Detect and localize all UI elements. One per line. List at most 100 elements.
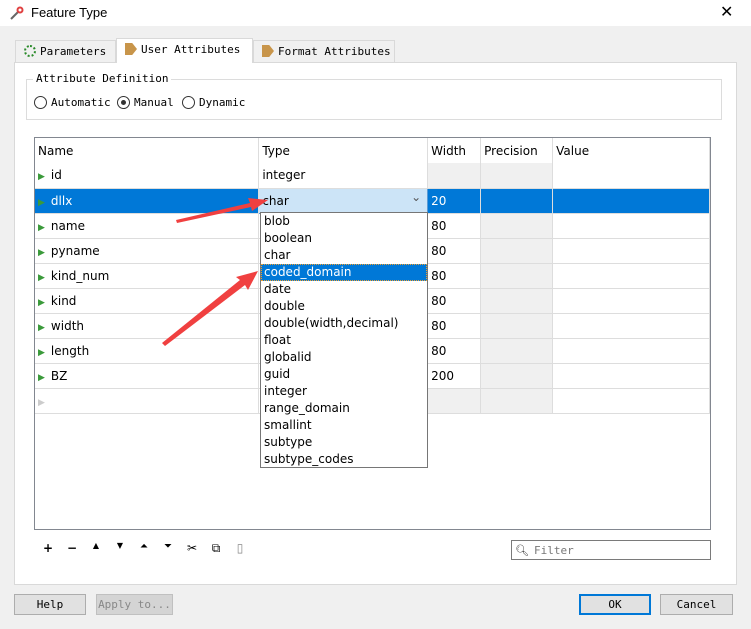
width-cell[interactable]: 80 <box>427 338 482 364</box>
chevron-down-icon[interactable]: ⌄ <box>411 190 421 204</box>
dropdown-option[interactable]: smallint <box>261 417 427 434</box>
name-cell[interactable]: ▶ kind <box>35 288 260 314</box>
name-cell[interactable]: ▶ name <box>35 213 260 239</box>
radio-label: Manual <box>134 96 174 109</box>
value-cell[interactable] <box>552 238 710 264</box>
name-cell[interactable]: ▶ id <box>35 163 260 189</box>
dropdown-option[interactable]: double <box>261 298 427 315</box>
radio-manual[interactable]: Manual <box>117 96 174 109</box>
width-cell[interactable]: 80 <box>427 313 482 339</box>
expand-icon[interactable]: ▶ <box>38 298 45 308</box>
tab-user-attributes[interactable]: User Attributes <box>116 38 253 63</box>
move-top-icon[interactable]: ⏶ <box>136 541 152 556</box>
attribute-name: pyname <box>50 243 100 258</box>
dropdown-option[interactable]: subtype_codes <box>261 451 427 468</box>
help-button[interactable]: Help <box>14 594 86 615</box>
copy-icon[interactable]: ⧉ <box>208 541 224 556</box>
dropdown-option[interactable]: coded_domain <box>261 264 427 281</box>
table-row[interactable]: ▶ id integer <box>35 163 710 189</box>
precision-cell <box>480 363 554 389</box>
dropdown-option[interactable]: blob <box>261 213 427 230</box>
dropdown-option[interactable]: range_domain <box>261 400 427 417</box>
expand-icon[interactable]: ▶ <box>38 323 45 333</box>
dropdown-option[interactable]: guid <box>261 366 427 383</box>
width-cell[interactable]: 20 <box>427 188 482 214</box>
expand-icon[interactable]: ▶ <box>38 273 45 283</box>
apply-to-button[interactable]: Apply to... <box>96 594 173 615</box>
width-cell[interactable]: 80 <box>427 238 482 264</box>
tab-format-attributes[interactable]: Format Attributes <box>253 40 395 62</box>
radio-automatic[interactable]: Automatic <box>34 96 111 109</box>
expand-icon[interactable]: ▶ <box>38 398 45 408</box>
cancel-button[interactable]: Cancel <box>660 594 733 615</box>
value-cell[interactable] <box>552 188 710 214</box>
dropdown-option[interactable]: globalid <box>261 349 427 366</box>
column-header-width[interactable]: Width <box>427 138 482 163</box>
name-cell[interactable]: ▶ length <box>35 338 260 364</box>
width-cell[interactable]: 80 <box>427 213 482 239</box>
paste-icon[interactable]: ▯ <box>232 541 248 556</box>
value-cell[interactable] <box>552 388 710 414</box>
name-cell[interactable]: ▶ BZ <box>35 363 260 389</box>
app-icon <box>10 6 24 20</box>
type-cell[interactable]: integer <box>258 163 429 189</box>
dropdown-option[interactable]: boolean <box>261 230 427 247</box>
width-cell[interactable] <box>427 163 482 189</box>
value-cell[interactable] <box>552 338 710 364</box>
width-cell[interactable]: 200 <box>427 363 482 389</box>
precision-cell <box>480 313 554 339</box>
cut-icon[interactable]: ✂ <box>184 541 200 556</box>
move-up-icon[interactable]: ▲ <box>88 541 104 556</box>
width-cell[interactable] <box>427 388 482 414</box>
column-header-name[interactable]: Name <box>35 138 260 163</box>
width-cell[interactable]: 80 <box>427 263 482 289</box>
attribute-name: dllx <box>50 193 73 208</box>
window-title: Feature Type <box>31 5 108 20</box>
column-header-type[interactable]: Type <box>258 138 429 163</box>
dropdown-option[interactable]: char <box>261 247 427 264</box>
attribute-name: BZ <box>50 368 68 383</box>
column-header-precision[interactable]: Precision <box>480 138 554 163</box>
dropdown-option[interactable]: double(width,decimal) <box>261 315 427 332</box>
width-cell[interactable]: 80 <box>427 288 482 314</box>
value-cell[interactable] <box>552 213 710 239</box>
name-cell[interactable]: ▶ width <box>35 313 260 339</box>
expand-icon[interactable]: ▶ <box>38 373 45 383</box>
value-cell[interactable] <box>552 263 710 289</box>
dropdown-option[interactable]: integer <box>261 383 427 400</box>
move-down-icon[interactable]: ▼ <box>112 541 128 556</box>
expand-icon[interactable]: ▶ <box>38 198 45 208</box>
ok-button[interactable]: OK <box>579 594 651 615</box>
tab-parameters[interactable]: Parameters <box>15 40 116 62</box>
value-cell[interactable] <box>552 288 710 314</box>
expand-icon[interactable]: ▶ <box>38 172 45 182</box>
column-header-value[interactable]: Value <box>552 138 710 163</box>
table-toolbar: + − ▲ ▼ ⏶ ⏷ ✂ ⧉ ▯ <box>40 541 248 556</box>
expand-icon[interactable]: ▶ <box>38 348 45 358</box>
expand-icon[interactable]: ▶ <box>38 223 45 233</box>
name-cell[interactable]: ▶ pyname <box>35 238 260 264</box>
dropdown-option[interactable]: date <box>261 281 427 298</box>
name-cell[interactable]: ▶ kind_num <box>35 263 260 289</box>
tab-label: Format Attributes <box>278 45 391 58</box>
type-cell[interactable]: char ⌄ <box>258 187 429 214</box>
remove-icon[interactable]: − <box>64 541 80 556</box>
value-cell[interactable] <box>552 163 710 189</box>
dropdown-option[interactable]: float <box>261 332 427 349</box>
expand-icon[interactable]: ▶ <box>38 248 45 258</box>
add-icon[interactable]: + <box>40 541 56 556</box>
table-row[interactable]: ▶ dllx char ⌄ 20 <box>35 187 710 214</box>
name-cell[interactable]: ▶ <box>35 388 260 414</box>
radio-dynamic[interactable]: Dynamic <box>182 96 245 109</box>
type-combo-value: char <box>262 193 289 208</box>
dropdown-option[interactable]: subtype <box>261 434 427 451</box>
precision-cell <box>480 188 554 214</box>
move-bottom-icon[interactable]: ⏷ <box>160 541 176 556</box>
name-cell[interactable]: ▶ dllx <box>35 188 260 214</box>
type-dropdown-list[interactable]: blob boolean char coded_domain date double dou… <box>260 212 428 468</box>
filter-input[interactable]: 🔍︎ Filter <box>511 540 711 560</box>
value-cell[interactable] <box>552 363 710 389</box>
value-cell[interactable] <box>552 313 710 339</box>
tab-label: Parameters <box>40 45 107 58</box>
close-button[interactable]: ✕ <box>720 2 733 21</box>
